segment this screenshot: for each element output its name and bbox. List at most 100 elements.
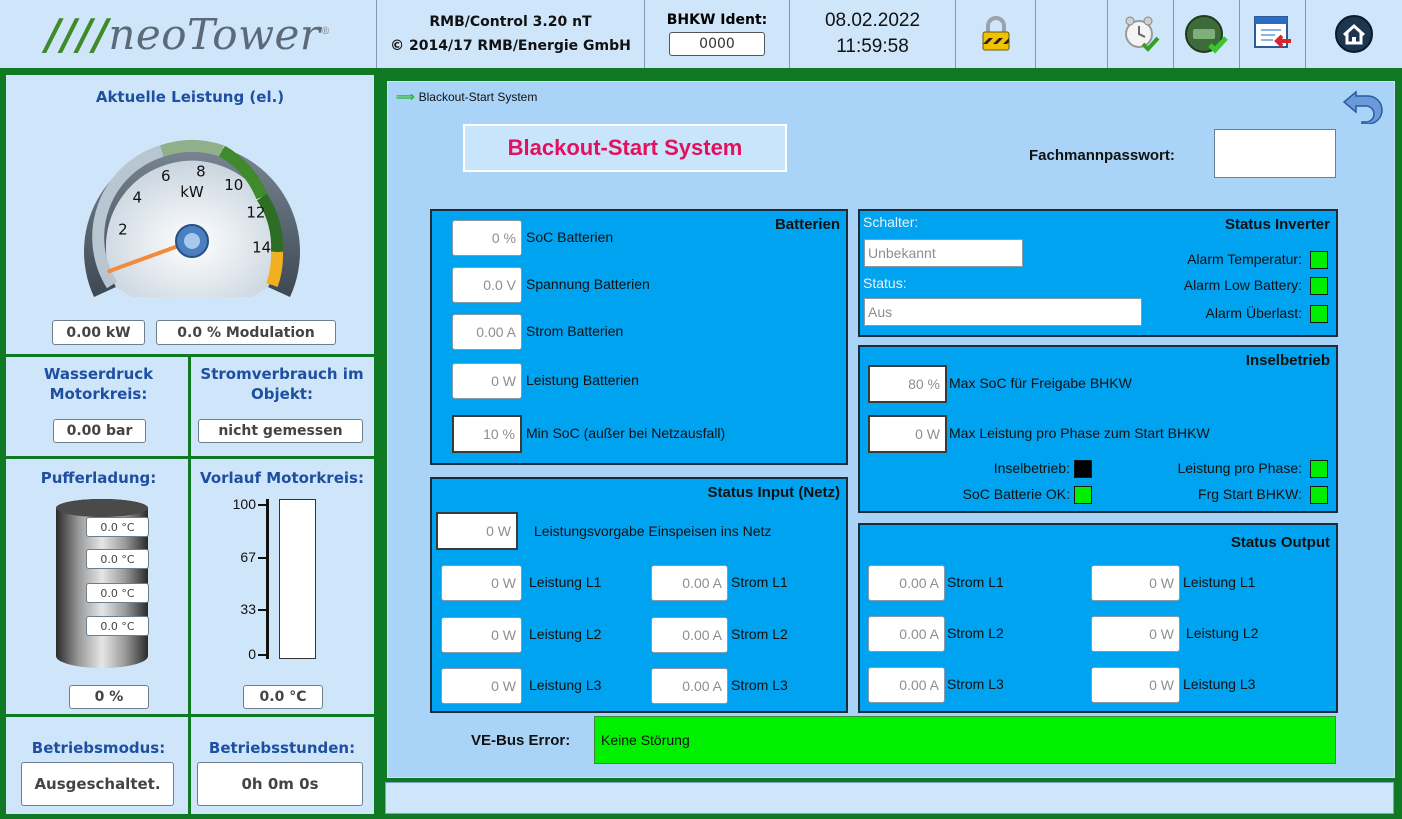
app-root: ////neoTower® RMB/Control 3.20 nT © 2014… bbox=[0, 0, 1402, 819]
water-pressure-title: Wasserdruck Motorkreis: bbox=[43, 365, 154, 403]
main-content-panel: ⟹ Blackout-Start System Blackout-Start S… bbox=[387, 81, 1395, 778]
output-power-l1-label: Leistung L1 bbox=[1183, 574, 1256, 590]
alarm-low-battery-led bbox=[1310, 277, 1328, 295]
gauge-tick-label: 4 bbox=[133, 188, 143, 206]
flow-tick-0: 0 bbox=[248, 646, 256, 662]
voltage-label: Spannung Batterien bbox=[526, 276, 650, 292]
power-per-phase-label: Leistung pro Phase: bbox=[1177, 460, 1302, 476]
back-arrow-icon bbox=[1342, 90, 1383, 125]
flow-scale: 100 67 33 0 bbox=[218, 496, 278, 662]
alarm-overload-led bbox=[1310, 305, 1328, 323]
max-power-phase-input[interactable]: 0 W bbox=[868, 415, 947, 453]
feed-in-input[interactable]: 0 W bbox=[436, 512, 518, 550]
password-label: Fachmannpasswort: bbox=[1029, 147, 1175, 164]
status-input-title: Status Input (Netz) bbox=[707, 484, 841, 501]
back-button[interactable] bbox=[1340, 86, 1384, 129]
water-pressure-value: 0.00 bar bbox=[53, 419, 146, 443]
version-info: RMB/Control 3.20 nT © 2014/17 RMB/Energi… bbox=[377, 0, 645, 68]
mode-value: Ausgeschaltet. bbox=[21, 762, 174, 806]
page-title: Blackout-Start System bbox=[463, 124, 787, 172]
buffer-temp-2: 0.0 °C bbox=[86, 549, 149, 569]
output-current-l3-field: 0.00 A bbox=[868, 667, 945, 703]
min-soc-label: Min SoC (außer bei Netzausfall) bbox=[526, 425, 726, 441]
power-field: 0 W bbox=[452, 363, 522, 399]
neotower-logo: ////neoTower® bbox=[45, 9, 331, 59]
power-kw-value: 0.00 kW bbox=[52, 320, 145, 345]
alarm-clock-check-icon bbox=[1124, 16, 1159, 52]
switch-value: Unbekannt bbox=[864, 239, 1023, 267]
logo-cell: ////neoTower® bbox=[0, 0, 377, 68]
soc-ok-led bbox=[1074, 486, 1092, 504]
gauge-tick-label: 12 bbox=[246, 204, 265, 222]
breadcrumb-label[interactable]: Blackout-Start System bbox=[419, 90, 538, 104]
output-power-l2-field: 0 W bbox=[1091, 616, 1180, 652]
power-title: Aktuelle Leistung (el.) bbox=[95, 88, 285, 106]
status-inverter-panel: Status Inverter Schalter: Unbekannt Stat… bbox=[858, 209, 1338, 337]
frg-start-led bbox=[1310, 486, 1328, 504]
version-line: RMB/Control 3.20 nT bbox=[429, 14, 592, 30]
lock-icon bbox=[982, 16, 1009, 51]
power-section: Aktuelle Leistung (el.) 2 4 6 8 10 12 14… bbox=[6, 75, 374, 357]
island-mode-led bbox=[1074, 460, 1092, 478]
vebus-error-label: VE-Bus Error: bbox=[471, 732, 571, 749]
output-power-l3-label: Leistung L3 bbox=[1183, 676, 1256, 692]
output-power-l3-field: 0 W bbox=[1091, 667, 1180, 703]
ident-cell: BHKW Ident: 0000 bbox=[645, 0, 790, 68]
ident-value: 0000 bbox=[669, 32, 765, 56]
engine-check-button[interactable] bbox=[1174, 0, 1240, 68]
flow-tick-33: 33 bbox=[240, 601, 256, 617]
soc-ok-label: SoC Batterie OK: bbox=[962, 486, 1070, 502]
vebus-error-value: Keine Störung bbox=[594, 716, 1336, 764]
frg-start-label: Frg Start BHKW: bbox=[1198, 486, 1302, 502]
lock-button[interactable] bbox=[956, 0, 1036, 68]
exit-window-button[interactable] bbox=[1240, 0, 1306, 68]
flow-bar bbox=[279, 499, 316, 659]
output-current-l1-label: Strom L1 bbox=[947, 574, 1004, 590]
flow-temp-value: 0.0 °C bbox=[243, 685, 323, 709]
power-per-phase-led bbox=[1310, 460, 1328, 478]
input-current-l3-field: 0.00 A bbox=[651, 668, 728, 704]
input-power-l2-field: 0 W bbox=[441, 617, 522, 653]
input-current-l1-field: 0.00 A bbox=[651, 565, 728, 601]
buffer-temp-4: 0.0 °C bbox=[86, 616, 149, 636]
input-power-l1-label: Leistung L1 bbox=[529, 574, 602, 590]
exit-window-icon bbox=[1253, 16, 1291, 48]
max-soc-input[interactable]: 80 % bbox=[868, 365, 947, 403]
modulation-value: 0.0 % Modulation bbox=[156, 320, 336, 345]
gauge-tick-label: 8 bbox=[196, 163, 206, 181]
date-display: 08.02.2022 bbox=[824, 10, 921, 31]
output-current-l2-label: Strom L2 bbox=[947, 625, 1004, 641]
buffer-temp-3: 0.0 °C bbox=[86, 583, 149, 603]
soc-field: 0 % bbox=[452, 220, 522, 256]
consumption-title: Stromverbrauch im Objekt: bbox=[200, 365, 364, 403]
home-icon bbox=[1335, 15, 1373, 53]
max-soc-label: Max SoC für Freigabe BHKW bbox=[949, 375, 1132, 391]
island-mode-label: Inselbetrieb: bbox=[993, 460, 1070, 476]
flow-tick-100: 100 bbox=[232, 496, 256, 512]
gauge-unit: kW bbox=[180, 183, 204, 201]
ident-label: BHKW Ident: bbox=[666, 12, 768, 28]
output-power-l2-label: Leistung L2 bbox=[1186, 625, 1259, 641]
inverter-status-label: Status: bbox=[863, 275, 907, 291]
status-inverter-title: Status Inverter bbox=[1224, 216, 1330, 233]
status-output-title: Status Output bbox=[1230, 534, 1330, 551]
alarm-temp-led bbox=[1310, 251, 1328, 269]
gauge-tick-label: 6 bbox=[161, 167, 171, 185]
feed-in-label: Leistungsvorgabe Einspeisen ins Netz bbox=[534, 523, 772, 539]
hours-title: Betriebsstunden: bbox=[208, 739, 356, 757]
batterien-panel: Batterien 0 % SoC Batterien 0.0 V Spannu… bbox=[430, 209, 848, 465]
power-label: Leistung Batterien bbox=[526, 372, 639, 388]
current-field: 0.00 A bbox=[452, 314, 522, 350]
timer-check-button[interactable] bbox=[1108, 0, 1174, 68]
min-soc-input[interactable]: 10 % bbox=[452, 415, 522, 453]
current-label: Strom Batterien bbox=[526, 323, 624, 339]
input-current-l2-label: Strom L2 bbox=[731, 626, 788, 642]
breadcrumb-arrow-icon: ⟹ bbox=[396, 89, 415, 104]
home-button[interactable] bbox=[1306, 0, 1402, 68]
gauge-tick-label: 14 bbox=[252, 239, 271, 257]
engine-check-icon bbox=[1184, 15, 1228, 54]
left-status-panel: Aktuelle Leistung (el.) 2 4 6 8 10 12 14… bbox=[5, 74, 375, 815]
password-input[interactable] bbox=[1214, 129, 1336, 178]
buffer-temp-1: 0.0 °C bbox=[86, 517, 149, 537]
output-current-l2-field: 0.00 A bbox=[868, 616, 945, 652]
